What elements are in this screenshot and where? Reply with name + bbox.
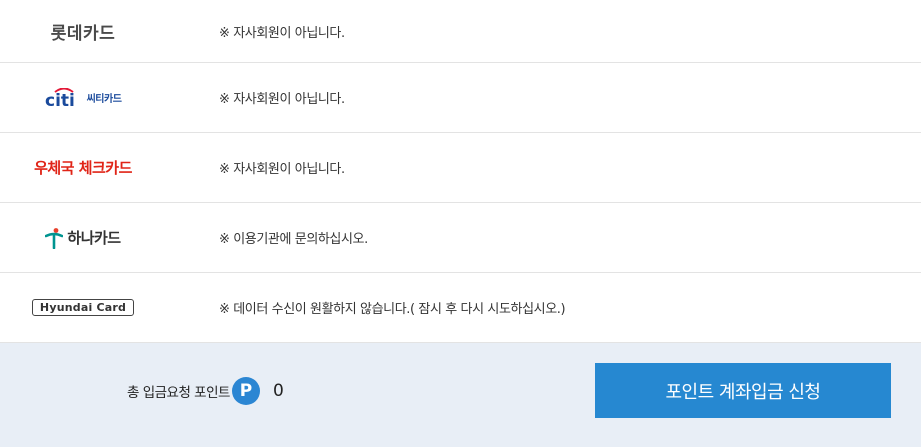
status-message: ※ 자사회원이 아닙니다. (219, 162, 345, 177)
citi-logo-icon: citi (45, 87, 75, 108)
list-item: 하나카드 ※ 이용기관에 문의하십시오. (0, 203, 921, 273)
total-points-label: 총 입금요청 포인트 (127, 385, 230, 401)
lotte-card-name: 롯데카드 (50, 23, 116, 44)
total-points: 총 입금요청 포인트 P 0 (127, 376, 284, 406)
status-message: ※ 데이터 수신이 원활하지 않습니다.( 잠시 후 다시 시도하십시오.) (219, 302, 566, 317)
hyundai-card-name: Hyundai Card (31, 299, 135, 316)
hana-card-name: 하나카드 (67, 229, 121, 247)
status-message: ※ 자사회원이 아닙니다. (219, 25, 345, 41)
point-icon: P (231, 377, 260, 405)
status-message: ※ 자사회원이 아닙니다. (219, 92, 345, 107)
hyundai-card-logo: Hyundai Card (0, 273, 166, 342)
list-item: citi 씨티카드 ※ 자사회원이 아닙니다. (0, 63, 921, 133)
card-status-list: 롯데카드 ※ 자사회원이 아닙니다. citi 씨티카드 ※ 자사회원이 아닙니… (0, 0, 921, 343)
citi-card-logo: citi 씨티카드 (0, 63, 166, 132)
lotte-card-logo: 롯데카드 (0, 0, 166, 62)
submit-account-deposit-button[interactable]: 포인트 계좌입금 신청 (595, 363, 891, 418)
hana-card-logo: 하나카드 (0, 203, 166, 272)
list-item: Hyundai Card ※ 데이터 수신이 원활하지 않습니다.( 잠시 후 … (0, 273, 921, 343)
hana-symbol-icon (45, 227, 64, 249)
list-item: 롯데카드 ※ 자사회원이 아닙니다. (0, 0, 921, 63)
post-office-card-name: 우체국 체크카드 (34, 159, 132, 177)
list-item: 우체국 체크카드 ※ 자사회원이 아닙니다. (0, 133, 921, 203)
citi-card-name: 씨티카드 (86, 93, 122, 105)
status-message: ※ 이용기관에 문의하십시오. (219, 232, 368, 247)
post-office-card-logo: 우체국 체크카드 (0, 133, 166, 202)
total-points-value: 0 (272, 381, 284, 401)
citi-wordmark: citi (45, 91, 75, 108)
